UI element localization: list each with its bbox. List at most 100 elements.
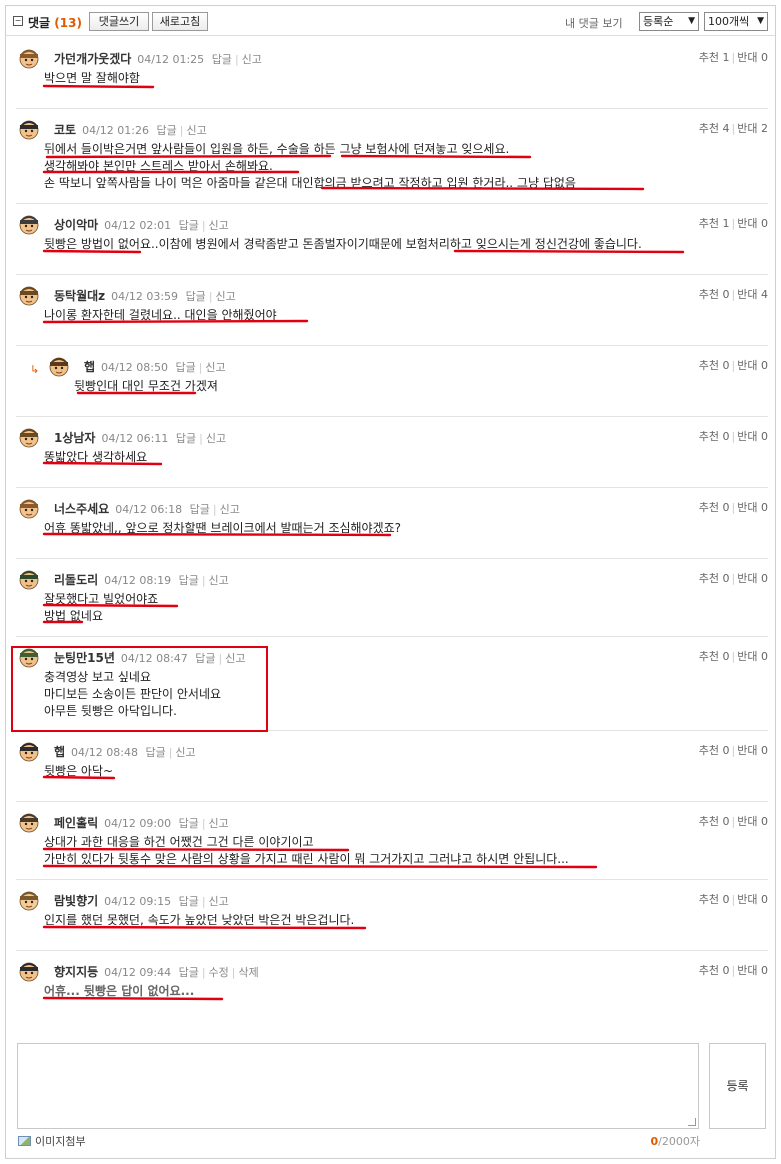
vote-counts: 추천 0 | 반대 0 — [698, 359, 768, 372]
downvote-button[interactable]: 반대 0 — [737, 359, 768, 372]
avatar — [19, 742, 39, 762]
upvote-button[interactable]: 추천 0 — [699, 501, 730, 514]
reply-link[interactable]: 답글 — [175, 361, 195, 374]
comment-author[interactable]: 리돌도리 — [54, 573, 98, 587]
downvote-button[interactable]: 반대 4 — [737, 288, 768, 301]
collapse-toggle-icon[interactable]: − — [13, 16, 23, 26]
upvote-button[interactable]: 추천 0 — [699, 572, 730, 585]
reply-link[interactable]: 답글 — [145, 746, 165, 759]
delete-link[interactable]: 삭제 — [239, 966, 259, 979]
upvote-button[interactable]: 추천 4 — [699, 122, 730, 135]
comment-body: 나이롱 환자한테 걸렸네요.. 대인을 안해줬어야 — [44, 307, 277, 324]
refresh-button[interactable]: 새로고침 — [152, 12, 208, 31]
comment-body: 상대가 과한 대응을 하건 어쨌건 그건 다른 이야기이고 가만히 있다가 뒷통수… — [44, 834, 569, 868]
comment-line: 방법 없네요 — [44, 609, 104, 623]
comment-author[interactable]: 람빛향기 — [54, 894, 98, 908]
upvote-button[interactable]: 추천 0 — [699, 815, 730, 828]
downvote-button[interactable]: 반대 0 — [737, 650, 768, 663]
comment-item: 리돌도리 04/12 08:19 답글 | 신고 추천 0 | 반대 0 잘못했다고 빌었… — [16, 559, 768, 637]
upvote-button[interactable]: 추천 0 — [699, 430, 730, 443]
reply-link[interactable]: 답글 — [176, 432, 196, 445]
comment-body: 잘못했다고 빌었어야죠방법 없네요 — [44, 591, 158, 625]
comment-body: 뒷빵은 아닥~ — [44, 763, 113, 780]
edit-link[interactable]: 수정 — [209, 966, 229, 979]
submit-button[interactable]: 등록 — [709, 1043, 766, 1129]
report-link[interactable]: 신고 — [206, 432, 226, 445]
comment-line: 뒷빵은 아닥~ — [44, 764, 114, 778]
avatar — [19, 49, 39, 69]
reply-link[interactable]: 답글 — [179, 895, 199, 908]
comment-textarea[interactable] — [17, 1043, 699, 1129]
write-comment-button[interactable]: 댓글쓰기 — [89, 12, 149, 31]
avatar — [19, 286, 39, 306]
comment-meta: 동탁월대z 04/12 03:59 답글 | 신고 — [54, 289, 236, 303]
downvote-button[interactable]: 반대 0 — [737, 815, 768, 828]
comment-author[interactable]: 페인홀릭 — [54, 816, 98, 830]
report-link[interactable]: 신고 — [209, 895, 229, 908]
reply-link[interactable]: 답글 — [179, 817, 199, 830]
comment-author[interactable]: 코토 — [54, 123, 76, 137]
highlight-box — [11, 646, 268, 732]
report-link[interactable]: 신고 — [205, 361, 225, 374]
resize-handle[interactable] — [688, 1118, 696, 1126]
reply-link[interactable]: 답글 — [179, 574, 199, 587]
comment-author[interactable]: 가던개가웃겠다 — [54, 52, 131, 66]
upvote-button[interactable]: 추천 0 — [699, 650, 730, 663]
report-link[interactable]: 신고 — [209, 574, 229, 587]
char-counter: 0/2000자 — [650, 1135, 700, 1148]
upvote-button[interactable]: 추천 0 — [699, 359, 730, 372]
report-link[interactable]: 신고 — [186, 124, 206, 137]
reply-link[interactable]: 답글 — [157, 124, 177, 137]
comment-time: 04/12 09:15 — [104, 895, 172, 908]
comment-item: 람빛향기 04/12 09:15 답글 | 신고 추천 0 | 반대 0 인지를 했던 못… — [16, 880, 768, 951]
comment-count: (13) — [54, 16, 82, 30]
comment-author[interactable]: 1상남자 — [54, 431, 95, 445]
comment-author[interactable]: 너스주세요 — [54, 502, 109, 516]
upvote-button[interactable]: 추천 0 — [699, 288, 730, 301]
comment-item: 상이악마 04/12 02:01 답글 | 신고 추천 1 | 반대 0 뒷빵은 방법이 … — [16, 204, 768, 275]
comment-item: 코토 04/12 01:26 답글 | 신고 추천 4 | 반대 2 뒤에서 들이박은거면… — [16, 109, 768, 204]
downvote-button[interactable]: 반대 0 — [737, 893, 768, 906]
comment-meta: 햅 04/12 08:50 답글 | 신고 — [84, 360, 226, 374]
comment-body: 뒷빵은 방법이 없어요..이참에 병원에서 경락좀받고 돈좀벌자이기때문에 보험… — [44, 236, 642, 253]
upvote-button[interactable]: 추천 1 — [699, 217, 730, 230]
comment-line: 잘못했다고 빌었어야죠 — [44, 592, 159, 606]
downvote-button[interactable]: 반대 2 — [737, 122, 768, 135]
upvote-button[interactable]: 추천 1 — [699, 51, 730, 64]
comment-meta: 페인홀릭 04/12 09:00 답글 | 신고 — [54, 816, 229, 830]
upvote-button[interactable]: 추천 0 — [699, 964, 730, 977]
report-link[interactable]: 신고 — [242, 53, 262, 66]
report-link[interactable]: 신고 — [209, 817, 229, 830]
downvote-button[interactable]: 반대 0 — [737, 501, 768, 514]
downvote-button[interactable]: 반대 0 — [737, 430, 768, 443]
report-link[interactable]: 신고 — [216, 290, 236, 303]
downvote-button[interactable]: 반대 0 — [737, 217, 768, 230]
downvote-button[interactable]: 반대 0 — [737, 964, 768, 977]
sort-select[interactable]: 등록순 ▼ — [639, 12, 699, 31]
attach-image-button[interactable]: 이미지첨부 — [18, 1133, 86, 1149]
reply-link[interactable]: 답글 — [212, 53, 232, 66]
comment-author[interactable]: 동탁월대z — [54, 289, 105, 303]
comment-author[interactable]: 햅 — [84, 360, 95, 374]
upvote-button[interactable]: 추천 0 — [699, 893, 730, 906]
comment-author[interactable]: 햅 — [54, 745, 65, 759]
reply-link[interactable]: 답글 — [190, 503, 210, 516]
reply-link[interactable]: 답글 — [179, 966, 199, 979]
reply-link[interactable]: 답글 — [186, 290, 206, 303]
report-link[interactable]: 신고 — [220, 503, 240, 516]
downvote-button[interactable]: 반대 0 — [737, 51, 768, 64]
report-link[interactable]: 신고 — [175, 746, 195, 759]
vote-counts: 추천 0 | 반대 4 — [698, 288, 768, 301]
comment-author[interactable]: 향지지등 — [54, 965, 98, 979]
page-size-select[interactable]: 100개씩 ▼ — [704, 12, 768, 31]
comment-body: 뒷빵인대 대인 무조건 가겠져 — [74, 378, 218, 395]
downvote-button[interactable]: 반대 0 — [737, 572, 768, 585]
my-comments-link[interactable]: 내 댓글 보기 — [565, 15, 623, 31]
downvote-button[interactable]: 반대 0 — [737, 744, 768, 757]
vote-counts: 추천 0 | 반대 0 — [698, 744, 768, 757]
comment-author[interactable]: 상이악마 — [54, 218, 98, 232]
reply-link[interactable]: 답글 — [179, 219, 199, 232]
report-link[interactable]: 신고 — [209, 219, 229, 232]
upvote-button[interactable]: 추천 0 — [699, 744, 730, 757]
comment-time: 04/12 09:44 — [104, 966, 172, 979]
